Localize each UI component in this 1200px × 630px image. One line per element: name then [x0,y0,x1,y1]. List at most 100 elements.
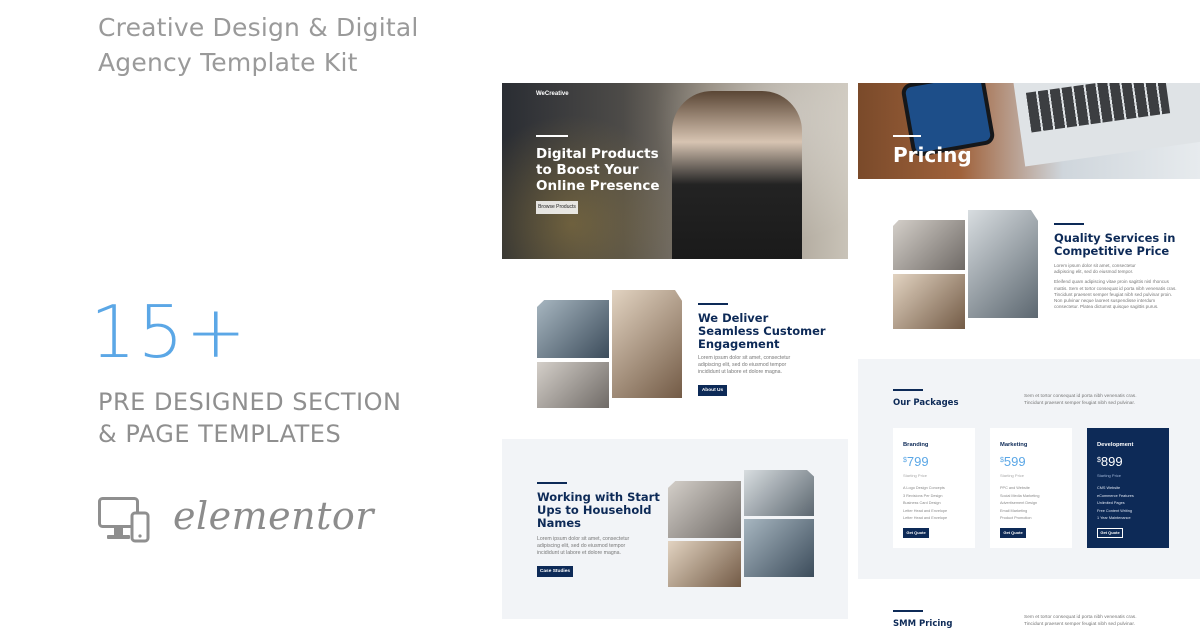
package-features: A Logo Design Concepts 3 Revisions Per D… [903,485,947,523]
package-feature: 1 Year Maintenance [1097,516,1131,521]
team-desk-photo [744,519,814,577]
package-features: CMS Website eCommerce Features Unlimited… [1097,485,1134,523]
package-price: $899 [1097,454,1123,469]
smm-intro-line: Sem et tortor consequat id porta nibh ve… [1024,615,1137,620]
quality-title-line2: Competitive Price [1054,244,1170,258]
elementor-logo: elementor [173,494,374,538]
packages-intro-line: Sem et tortor consequat id porta nibh ve… [1024,394,1137,399]
deliver-body-line: Lorem ipsum dolor sit amet, consectetur [698,355,791,361]
package-price-value: 799 [906,454,929,469]
deliver-divider [698,303,728,305]
team-meeting-photo [893,220,965,270]
packages-divider [893,389,923,391]
package-price-note: Starting Price [1000,473,1025,478]
hero-headline-line1: Digital Products [536,146,659,162]
package-feature: Free Content Writing [1097,508,1132,513]
templates-count: 15+ [90,290,248,374]
working-title-line3: Names [537,516,582,530]
deliver-section-preview: We Deliver Seamless Customer Engagement … [502,275,848,425]
quality-section-preview: Quality Services in Competitive Price Lo… [858,195,1200,345]
package-card-marketing: Marketing $599 Starting Price PPC and We… [990,428,1072,548]
package-feature: Letter Head and Envelope [903,516,948,521]
deliver-body: Lorem ipsum dolor sit amet, consectetur … [698,355,790,376]
package-feature: Advertisement Design [1000,501,1038,506]
hero-divider [536,135,568,137]
hero-preview: WeCreative Digital Products to Boost You… [502,83,848,259]
promo-canvas: { "promo": { "title_line1": "Creative De… [0,0,1200,630]
hero-headline: Digital Products to Boost Your Online Pr… [536,146,659,194]
package-feature: Letter Head and Envelope [903,508,948,513]
package-feature: Social Media Marketing [1000,493,1040,498]
kit-title-line1: Creative Design & Digital [98,13,419,42]
package-feature: 3 Revisions Per Design [903,493,943,498]
deliver-body-line: adipiscing elit, sed do eiusmod tempor [698,362,787,368]
pricing-hero-preview: Pricing [858,83,1200,179]
responsive-devices-icon [98,497,150,543]
package-name: Development [1097,442,1134,448]
packages-intro: Sem et tortor consequat id porta nibh ve… [1024,393,1137,407]
package-card-branding: Branding $799 Starting Price A Logo Desi… [893,428,975,548]
package-price: $799 [903,454,929,469]
pricing-divider [893,135,921,137]
working-body-line: adipiscing elit, sed do eiusmod tempor [537,543,626,549]
package-feature: A Logo Design Concepts [903,486,945,490]
working-divider [537,482,567,484]
about-us-button[interactable]: About Us [698,385,727,396]
packages-title: Our Packages [893,398,959,408]
business-people-photo [968,210,1038,318]
package-price-note: Starting Price [903,473,928,478]
building-walkway-photo [612,290,682,398]
hero-headline-line2: to Boost Your [536,162,639,178]
hero-headline-line3: Online Presence [536,178,660,194]
kit-title-line2: Agency Template Kit [98,48,358,77]
package-feature: PPC and Website [1000,486,1030,490]
case-studies-button[interactable]: Case Studies [537,566,573,577]
package-feature: Business Card Design [903,501,941,506]
templates-tagline: PRE DESIGNED SECTION & PAGE TEMPLATES [98,386,401,450]
package-price: $599 [1000,454,1026,469]
office-people-photo [668,541,741,587]
quality-body: Lorem ipsum dolor sit amet, consectetur … [1054,263,1177,310]
working-body-line: incididunt ut labore et dolore magna. [537,550,621,556]
packages-section-preview: Our Packages Sem et tortor consequat id … [858,359,1200,579]
package-feature: Email Marketing [1000,508,1028,513]
package-feature: CMS Website [1097,486,1121,490]
package-price-note: Starting Price [1097,473,1122,478]
quality-body-line: mattis. Sem et tortor consequat id porta… [1054,285,1177,291]
get-quote-button[interactable]: Get Quote [1097,528,1123,538]
working-body-line: Lorem ipsum dolor sit amet, consectetur [537,536,630,542]
laptop-meeting-photo [668,481,741,538]
hero-person-photo [672,91,802,259]
colleagues-photo [537,300,609,358]
deliver-body-line: incididunt ut labore et dolore magna. [698,369,782,375]
package-card-development: Development $899 Starting Price CMS Webs… [1087,428,1169,548]
quality-title: Quality Services in Competitive Price [1054,232,1175,258]
quality-body-line: Eleifend quam adipiscing vitae proin sag… [1054,279,1169,285]
get-quote-button[interactable]: Get Quote [903,528,929,538]
pricing-title: Pricing [893,143,972,167]
package-feature: Product Promotion [1000,516,1032,521]
package-name: Marketing [1000,442,1028,448]
package-price-value: 899 [1100,454,1123,469]
package-name: Branding [903,442,929,448]
package-feature: Unlimited Pages [1097,501,1125,506]
working-body: Lorem ipsum dolor sit amet, consectetur … [537,536,629,557]
deliver-title-line3: Engagement [698,337,780,351]
tagline-line1: PRE DESIGNED SECTION [98,388,402,416]
site-logo[interactable]: WeCreative [536,91,569,97]
browse-products-button[interactable]: Browse Products [536,201,578,214]
quality-body-line: consectetur. Platea dictumst quisque sag… [1054,304,1159,310]
get-quote-button[interactable]: Get Quote [1000,528,1026,538]
office-worker-photo [893,274,965,329]
tagline-line2: & PAGE TEMPLATES [98,420,342,448]
office-team-photo [537,362,609,408]
smm-section-preview: SMM Pricing Sem et tortor consequat id p… [858,598,1200,630]
package-feature: eCommerce Features [1097,493,1134,498]
smm-intro-line: Tincidunt praesent semper feugiat nibh s… [1024,622,1136,627]
smm-title: SMM Pricing [893,619,953,629]
deliver-title: We Deliver Seamless Customer Engagement [698,312,826,351]
kit-title: Creative Design & Digital Agency Templat… [98,10,419,80]
working-title: Working with Start Ups to Household Name… [537,491,660,530]
package-price-value: 599 [1003,454,1026,469]
package-features: PPC and Website Social Media Marketing A… [1000,485,1039,523]
